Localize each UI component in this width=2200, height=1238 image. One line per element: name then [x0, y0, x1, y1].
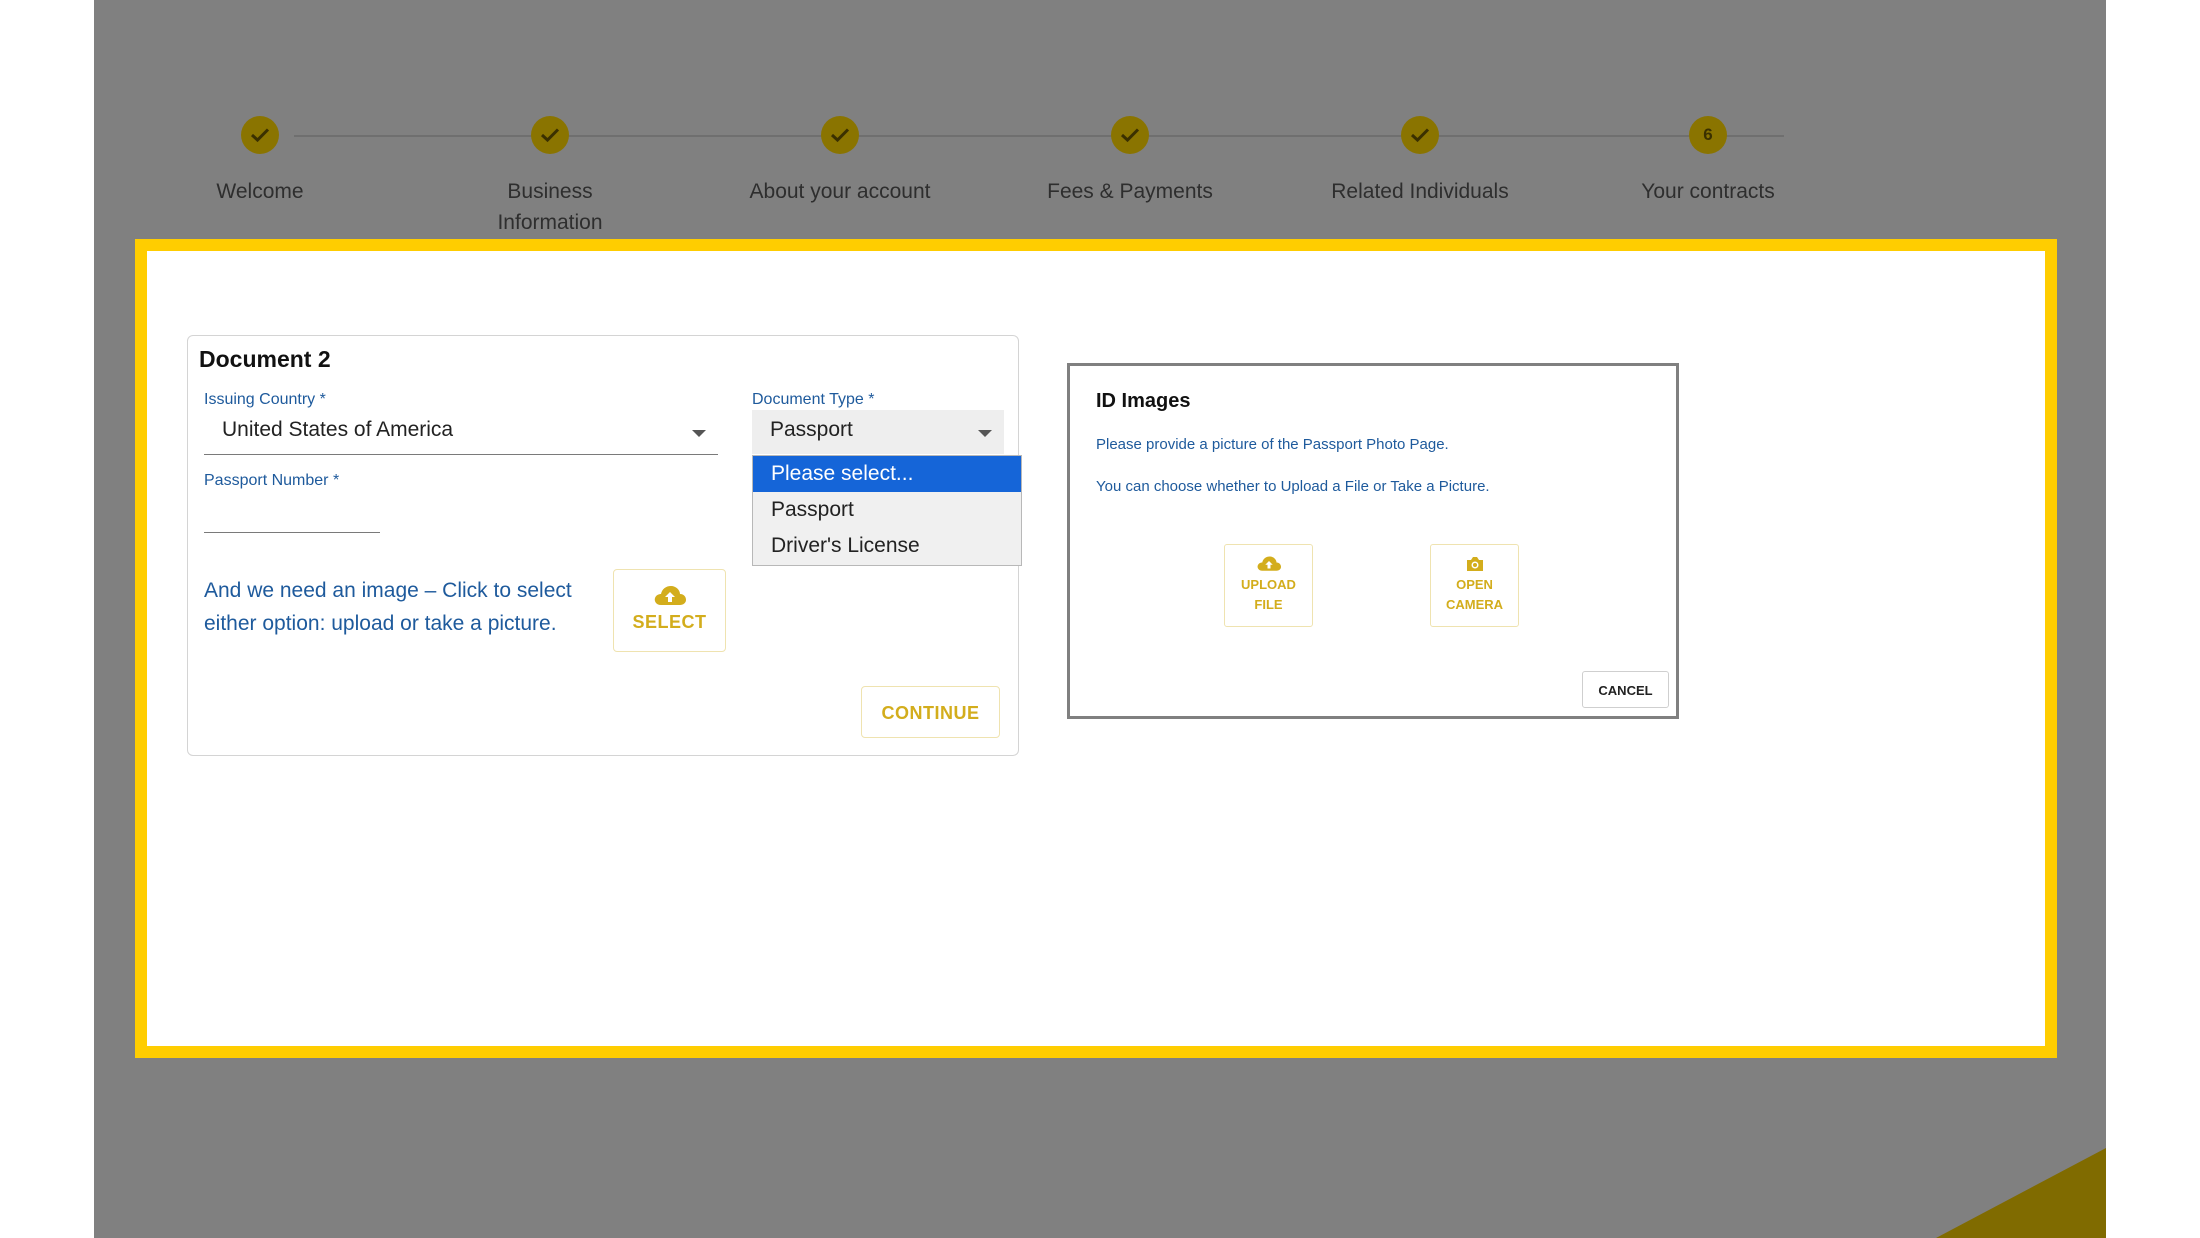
select-image-button[interactable]: SELECT [613, 569, 726, 652]
document-card: Document 2 Issuing Country * United Stat… [187, 335, 1022, 756]
step-label: Your contracts [1641, 180, 1775, 203]
step-label: Business Information [497, 180, 603, 234]
passport-number-label: Passport Number * [204, 472, 340, 489]
chevron-down-icon [978, 430, 992, 437]
select-button-label: SELECT [632, 612, 707, 632]
image-prompt-text: And we need an image – Click to select e… [204, 579, 572, 635]
step-about-your-account[interactable]: About your account [690, 116, 990, 207]
document-type-value: Passport [770, 418, 853, 441]
step-your-contracts[interactable]: 6 Your contracts [1558, 116, 1858, 207]
open-camera-button[interactable]: OPEN CAMERA [1430, 544, 1519, 627]
upload-file-button[interactable]: UPLOAD FILE [1224, 544, 1313, 627]
id-images-title: ID Images [1096, 390, 1191, 412]
cloud-upload-icon [1225, 555, 1312, 575]
step-label: About your account [749, 180, 931, 203]
id-images-instruction: Please provide a picture of the Passport… [1096, 436, 1449, 453]
passport-number-underline [204, 532, 380, 533]
chevron-down-icon [692, 430, 706, 437]
cloud-upload-icon [614, 584, 725, 608]
check-icon [1111, 116, 1149, 154]
issuing-country-select[interactable]: United States of America [204, 410, 718, 455]
dropdown-option-please-select[interactable]: Please select... [753, 456, 1021, 492]
step-label: Fees & Payments [1047, 180, 1213, 203]
camera-icon [1431, 555, 1518, 575]
check-icon [821, 116, 859, 154]
document-type-select[interactable]: Passport [752, 410, 1004, 454]
continue-button[interactable]: CONTINUE [861, 686, 1000, 738]
issuing-country-value: United States of America [222, 418, 454, 441]
id-images-dialog: ID Images Please provide a picture of th… [1067, 363, 1679, 719]
check-icon [241, 116, 279, 154]
highlight-frame: Document 2 Issuing Country * United Stat… [135, 239, 2057, 1058]
check-icon [531, 116, 569, 154]
step-welcome[interactable]: Welcome [110, 116, 410, 207]
issuing-country-label: Issuing Country * [204, 391, 326, 408]
passport-number-input[interactable] [204, 496, 380, 526]
upload-file-label-line2: FILE [1254, 597, 1283, 612]
step-fees-payments[interactable]: Fees & Payments [980, 116, 1280, 207]
step-label: Welcome [216, 180, 304, 203]
check-icon [1401, 116, 1439, 154]
open-camera-label-line2: CAMERA [1445, 597, 1504, 612]
dropdown-option-drivers-license[interactable]: Driver's License [753, 528, 1021, 564]
document-type-label: Document Type * [752, 391, 875, 408]
document-title: Document 2 [199, 346, 331, 372]
upload-file-label-line1: UPLOAD [1241, 577, 1296, 592]
dropdown-option-passport[interactable]: Passport [753, 492, 1021, 528]
open-camera-label-line1: OPEN [1456, 577, 1493, 592]
step-number: 6 [1689, 116, 1727, 154]
id-images-choice-text: You can choose whether to Upload a File … [1096, 478, 1490, 495]
step-related-individuals[interactable]: Related Individuals [1270, 116, 1570, 207]
step-business-information[interactable]: Business Information [400, 116, 700, 238]
document-type-dropdown: Please select... Passport Driver's Licen… [752, 455, 1022, 566]
step-label: Related Individuals [1331, 180, 1509, 203]
decorative-wedge [1936, 1148, 2106, 1238]
cancel-button[interactable]: CANCEL [1582, 671, 1669, 708]
